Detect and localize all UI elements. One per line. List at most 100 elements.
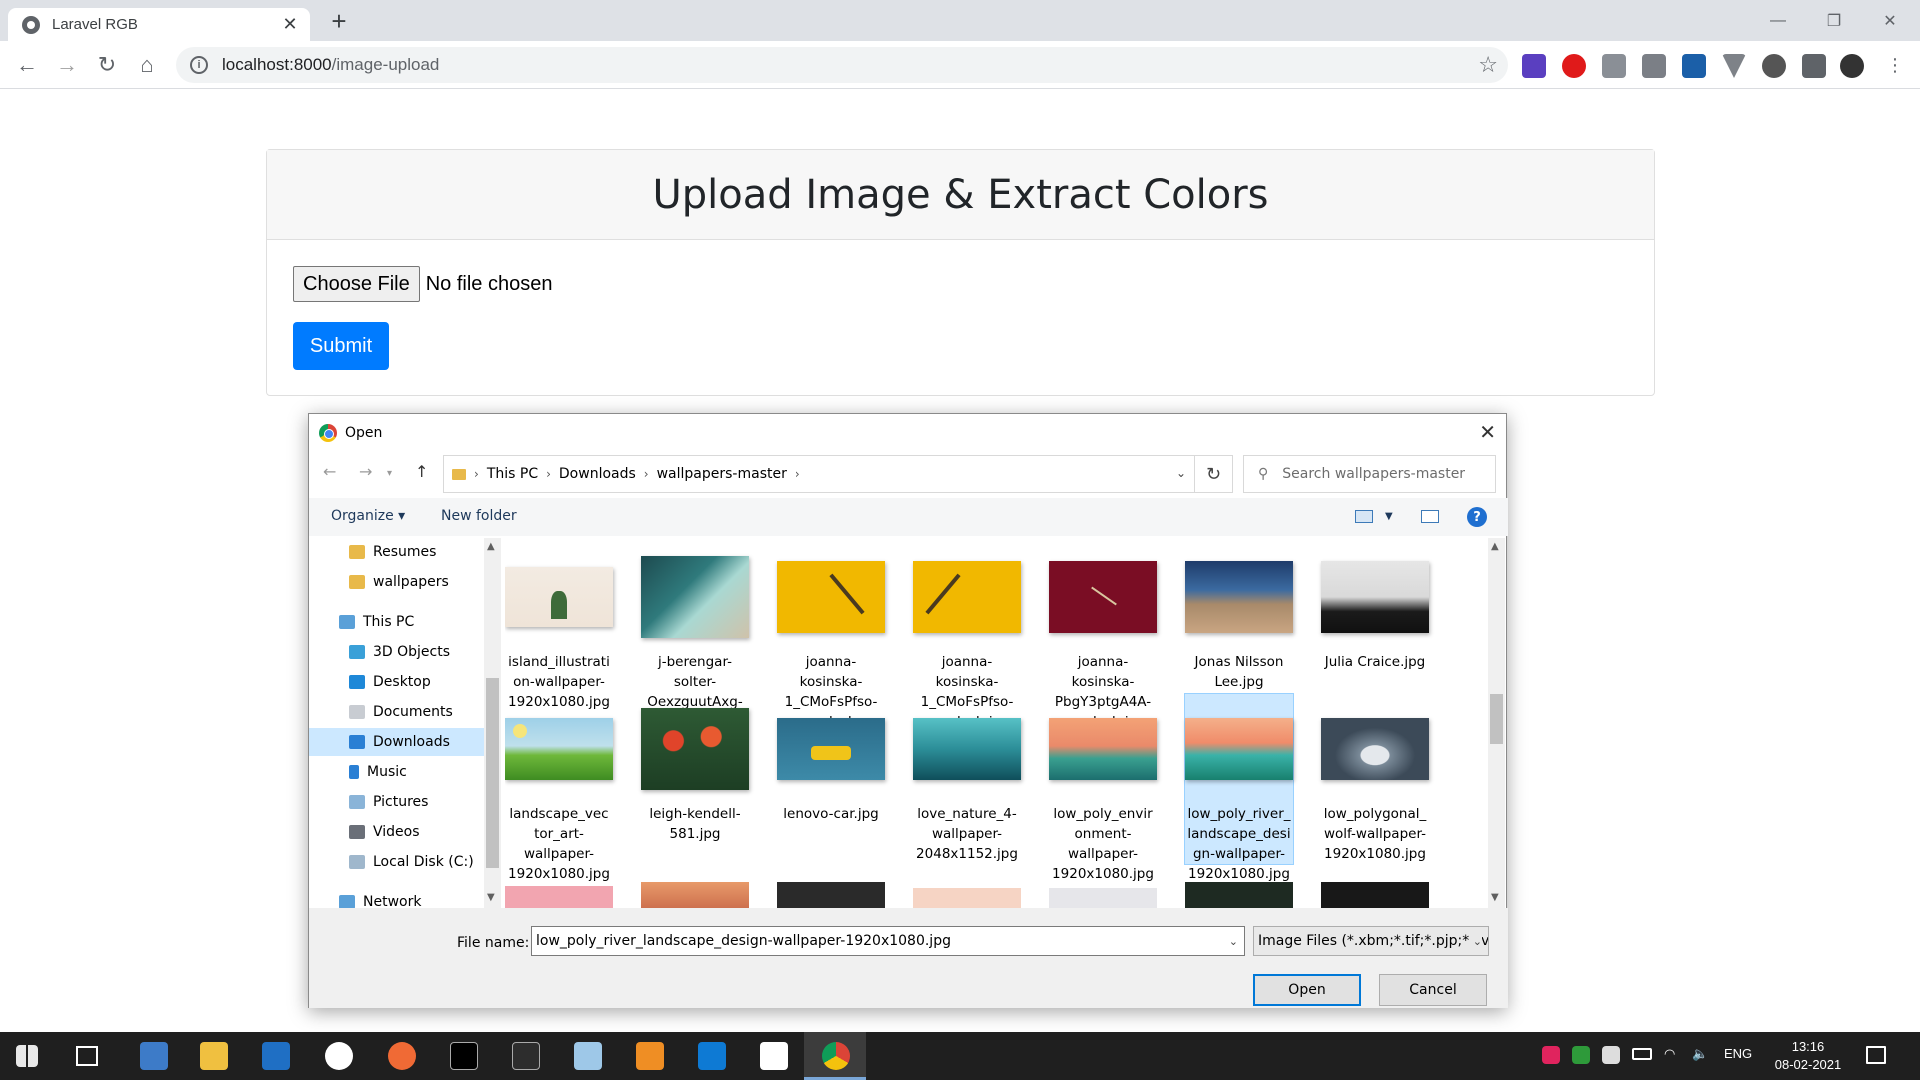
choose-file-button[interactable]: Choose File [293,266,420,302]
file-item[interactable] [505,886,613,908]
file-item[interactable]: low_polygonal_wolf-wallpaper-1920x1080.j… [1321,694,1429,864]
file-item[interactable]: love_nature_4-wallpaper-2048x1152.jpg [913,694,1021,864]
file-item[interactable]: Jonas Nilsson Lee.jpg [1185,542,1293,692]
adblock-icon[interactable] [1562,54,1586,78]
nav-item-resumes[interactable]: Resumes [309,538,484,566]
mail-icon[interactable] [262,1042,290,1070]
scroll-up-icon[interactable]: ▲ [1491,541,1499,552]
scroll-down-icon[interactable]: ▼ [1491,892,1499,903]
home-icon[interactable]: ⌂ [132,50,162,80]
new-folder-button[interactable]: New folder [441,508,517,524]
chevron-down-icon[interactable]: ⌄ [1176,466,1186,480]
file-item[interactable]: landscape_vector_art-wallpaper-1920x1080… [505,694,613,884]
nav-item-wallpapers[interactable]: wallpapers [309,568,484,596]
scroll-down-icon[interactable]: ▼ [487,892,495,903]
browser-tab[interactable]: Laravel RGB ✕ [8,8,310,41]
back-icon[interactable]: ← [12,50,42,80]
chevron-down-icon[interactable]: ⌄ [1229,935,1238,948]
scrollbar-thumb[interactable] [1490,694,1503,744]
start-icon[interactable] [16,1045,38,1067]
breadcrumb-item[interactable]: wallpapers-master [657,466,787,482]
battery-icon[interactable] [1632,1048,1652,1060]
open-button[interactable]: Open [1253,974,1361,1006]
chevron-down-icon[interactable]: ▼ [1385,511,1393,522]
nav-item-downloads[interactable]: Downloads [309,728,484,756]
files-scrollbar[interactable]: ▲ ▼ [1488,538,1505,908]
refresh-button[interactable]: ↻ [1195,455,1233,493]
close-tab-icon[interactable]: ✕ [280,14,300,35]
help-icon[interactable]: ? [1467,507,1487,527]
nav-item-local-disk[interactable]: Local Disk (C:) [309,848,484,876]
avatar[interactable] [1840,54,1864,78]
file-item[interactable] [1049,888,1157,908]
file-item[interactable] [1321,882,1429,908]
postman-icon[interactable] [388,1042,416,1070]
nav-item-pictures[interactable]: Pictures [309,788,484,816]
vue-devtools-icon[interactable] [1722,54,1746,78]
bookmark-star-icon[interactable]: ☆ [1478,52,1498,78]
nav-item-documents[interactable]: Documents [309,698,484,726]
file-item[interactable] [777,882,885,908]
url-text[interactable]: localhost:8000/image-upload [222,55,1478,75]
camera-icon[interactable] [1642,54,1666,78]
forward-icon[interactable]: → [359,462,372,481]
reload-icon[interactable]: ↻ [92,50,122,80]
extension-icon[interactable] [1522,54,1546,78]
menu-icon[interactable]: ⋮ [1880,50,1910,80]
info-icon[interactable]: i [190,56,208,74]
wifi-icon[interactable]: ◠ [1664,1046,1675,1062]
computer-icon[interactable] [140,1042,168,1070]
task-view-icon[interactable] [76,1046,98,1066]
nav-item-desktop[interactable]: Desktop [309,668,484,696]
vscode-icon[interactable] [698,1042,726,1070]
up-folder-icon[interactable]: ↑ [415,462,428,481]
search-input[interactable]: ⚲ Search wallpapers-master [1243,455,1496,493]
new-tab-button[interactable]: + [324,6,354,37]
breadcrumb-item[interactable]: Downloads [559,466,636,482]
change-view-icon[interactable] [1355,510,1373,523]
language-indicator[interactable]: ENG [1724,1046,1752,1061]
close-window-icon[interactable]: ✕ [1862,0,1918,41]
file-item[interactable]: low_poly_environment-wallpaper-1920x1080… [1049,694,1157,884]
nav-item-videos[interactable]: Videos [309,818,484,846]
scrollbar-thumb[interactable] [486,678,499,868]
back-icon[interactable]: ← [323,462,336,481]
file-item[interactable] [641,882,749,908]
preview-pane-icon[interactable] [1421,510,1439,523]
nav-item-this-pc[interactable]: This PC [309,608,484,636]
file-name-field[interactable]: low_poly_river_landscape_design-wallpape… [531,926,1245,956]
command-prompt-icon[interactable] [512,1042,540,1070]
file-item[interactable]: island_illustration-wallpaper-1920x1080.… [505,542,613,712]
file-item[interactable]: Julia Craice.jpg [1321,542,1429,672]
file-item[interactable]: lenovo-car.jpg [777,694,885,824]
path-breadcrumb[interactable]: › This PC › Downloads › wallpapers-maste… [443,455,1195,493]
puzzle-icon[interactable] [1802,54,1826,78]
forward-icon[interactable]: → [52,50,82,80]
bug-icon[interactable] [1762,54,1786,78]
extension-icon[interactable] [1682,54,1706,78]
tray-app-icon[interactable] [1542,1046,1560,1064]
mongodb-icon[interactable] [325,1042,353,1070]
scroll-up-icon[interactable]: ▲ [487,541,495,552]
file-input[interactable]: Choose File No file chosen [293,266,552,302]
nav-item-3d-objects[interactable]: 3D Objects [309,638,484,666]
tray-app-icon[interactable] [1572,1046,1590,1064]
sublime-text-icon[interactable] [636,1042,664,1070]
submit-button[interactable]: Submit [293,322,389,370]
file-item[interactable] [1185,882,1293,908]
volume-icon[interactable]: 🔈 [1692,1046,1708,1062]
extension-icon[interactable] [1602,54,1626,78]
security-icon[interactable] [1602,1046,1620,1064]
maximize-icon[interactable]: ❐ [1806,0,1862,41]
close-icon[interactable]: ✕ [1479,420,1496,444]
cancel-button[interactable]: Cancel [1379,974,1487,1006]
notifications-icon[interactable] [1866,1046,1886,1064]
notepad-icon[interactable] [574,1042,602,1070]
minimize-icon[interactable]: — [1750,0,1806,41]
recent-locations-icon[interactable]: ▾ [387,468,392,479]
nav-scrollbar[interactable]: ▲ ▼ [484,538,501,908]
clock[interactable]: 13:16 08-02-2021 [1768,1038,1848,1074]
file-item[interactable] [913,888,1021,908]
nav-item-network[interactable]: Network [309,888,484,908]
file-explorer-icon[interactable] [200,1042,228,1070]
